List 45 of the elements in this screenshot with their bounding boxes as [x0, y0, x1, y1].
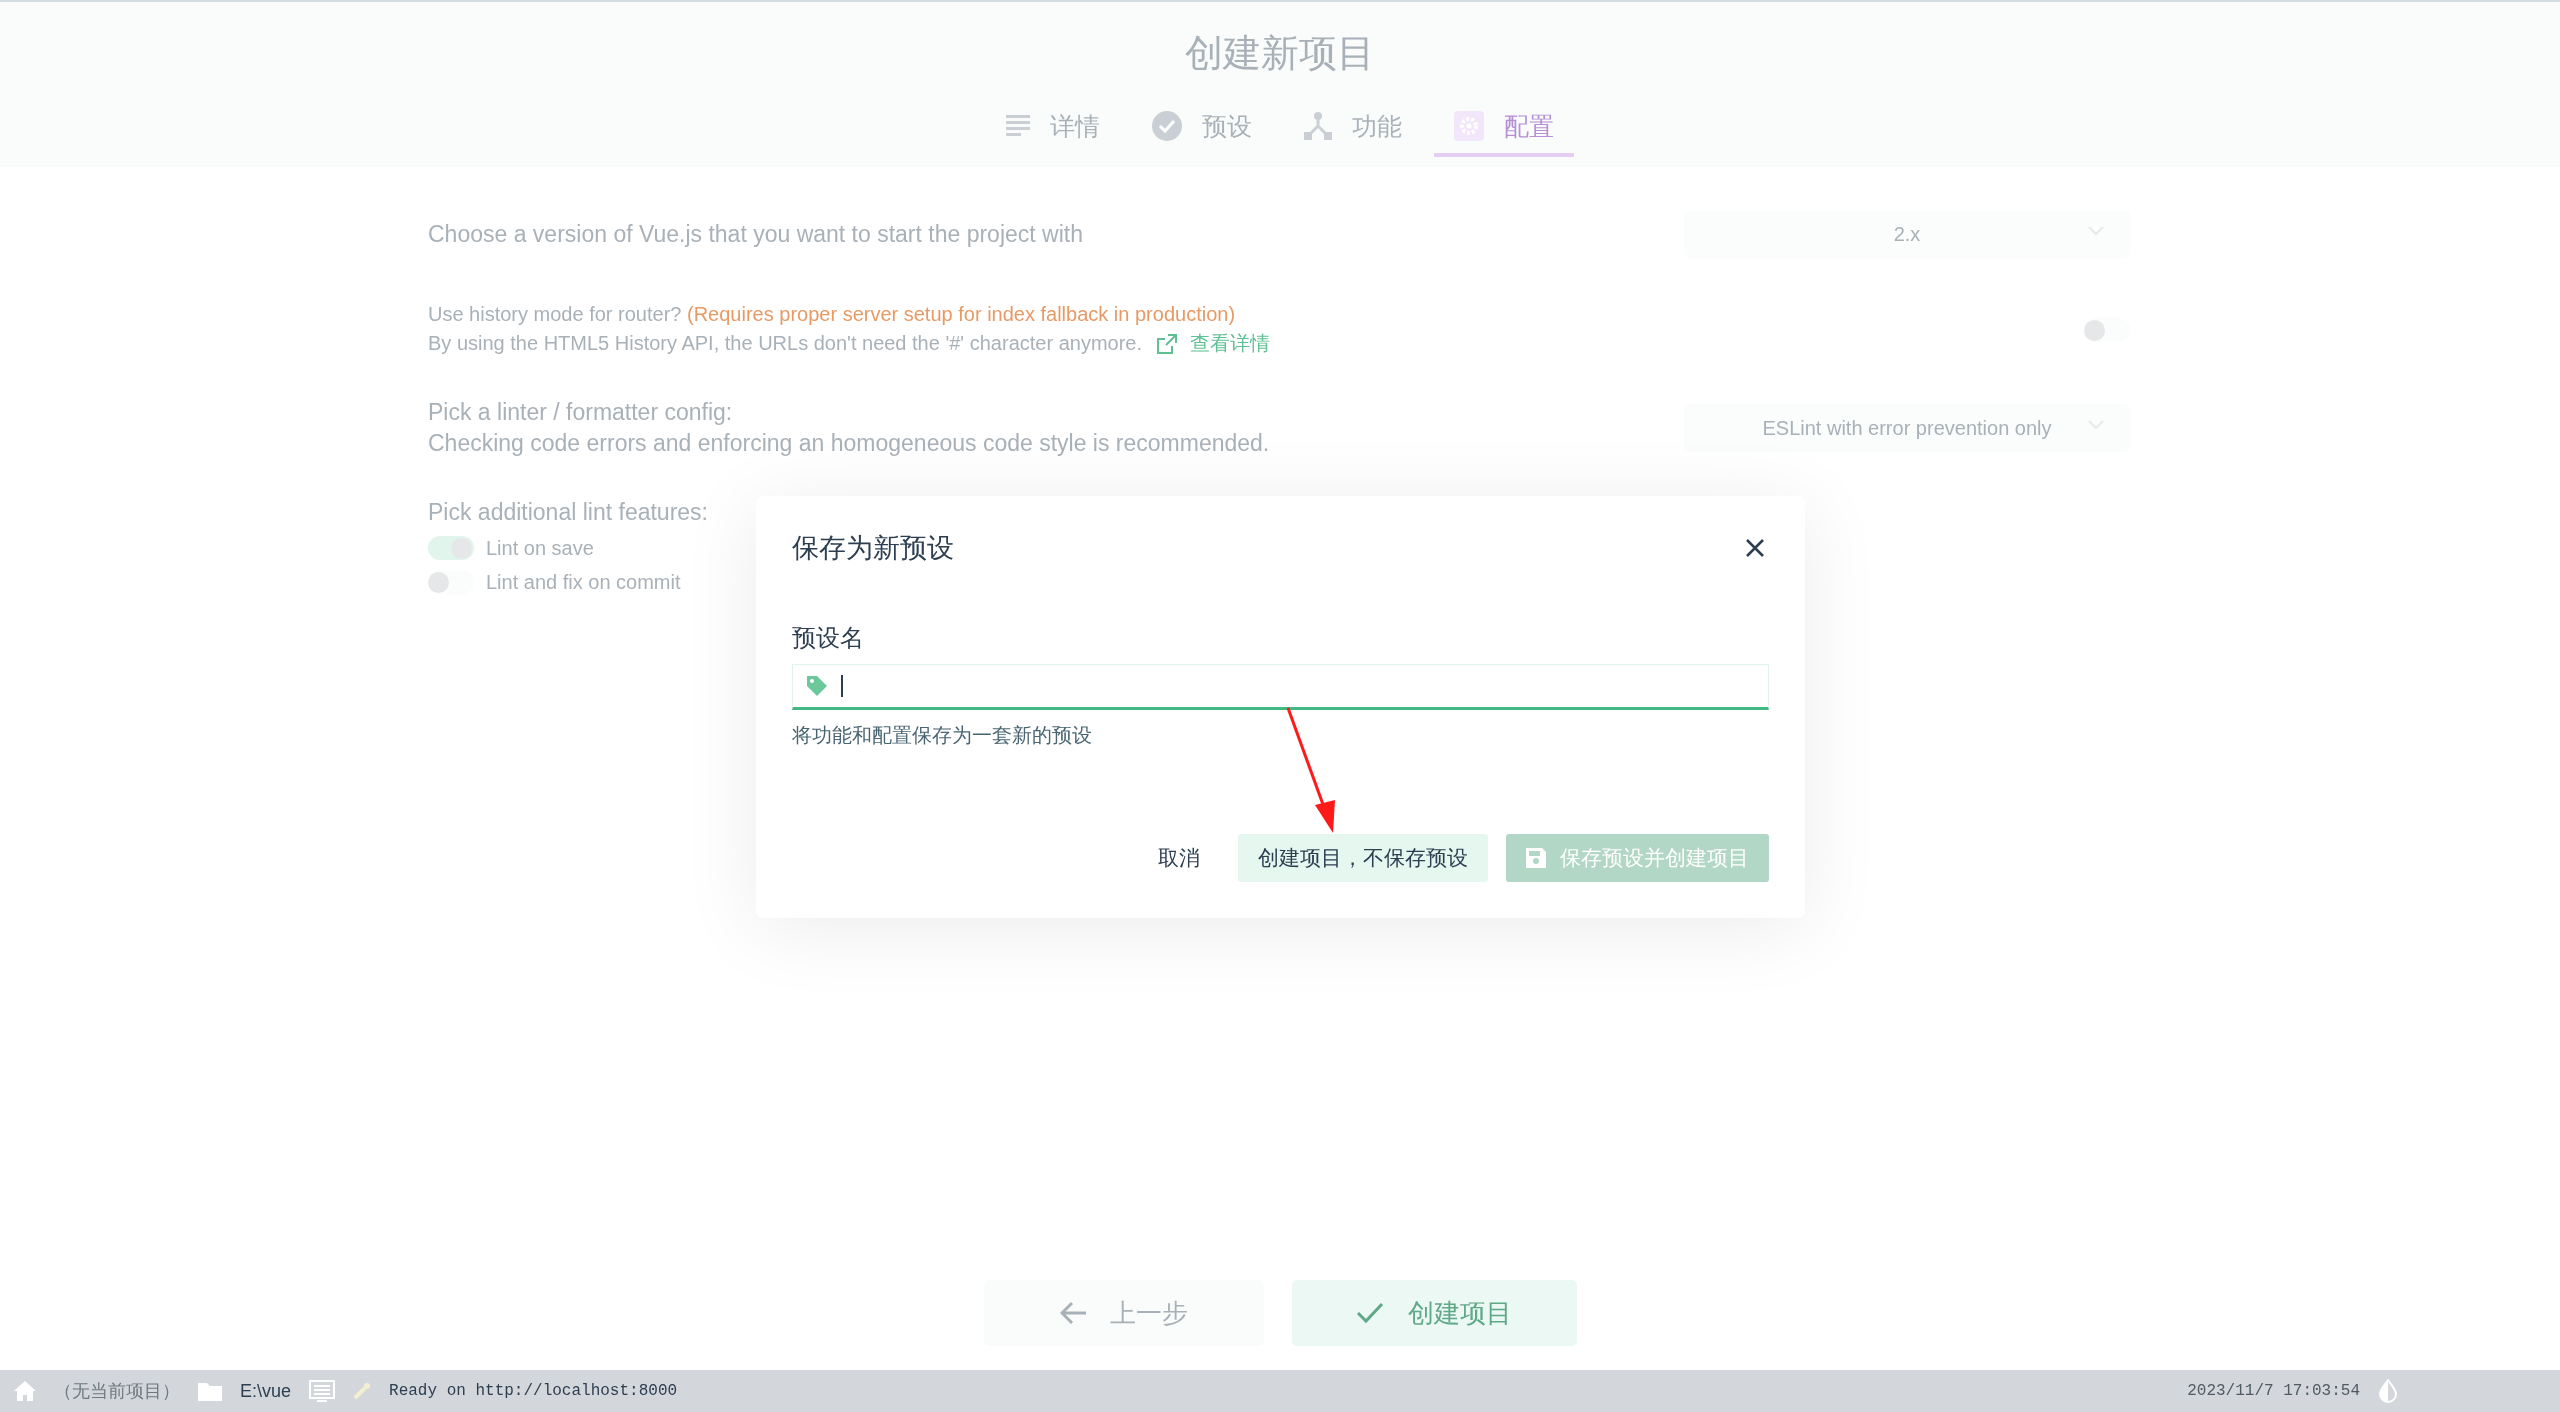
dropdown[interactable]: ESLint with error prevention only	[1684, 404, 2130, 452]
tab[interactable]: 配置	[1434, 99, 1574, 157]
page-title: 创建新项目	[1185, 31, 1375, 76]
option-label: Lint on save	[486, 536, 594, 560]
toggle-switch[interactable]	[428, 570, 474, 594]
gear-icon	[1454, 111, 1484, 141]
fork-icon	[1304, 112, 1332, 140]
tab[interactable]: 详情	[986, 99, 1120, 157]
details-link[interactable]: 查看详情	[1156, 330, 1271, 357]
arrow-left-icon	[1059, 1301, 1086, 1325]
clock-time: 2023/11/7 17:03:54	[2187, 1382, 2360, 1400]
setting-title: Use history mode for router? (Requires proper server setup for index fallback in production)	[428, 303, 1237, 326]
create-button[interactable]: 创建项目	[1291, 1280, 1577, 1346]
save-icon	[1526, 848, 1546, 868]
terminal-icon[interactable]	[309, 1380, 336, 1402]
setting-title: Pick a linter / formatter config:	[428, 399, 734, 426]
check-circle-icon	[1152, 111, 1182, 141]
setting-description: Checking code errors and enforcing an homogeneous code style is recommended.	[428, 430, 1270, 457]
project-status: （无当前项目）	[54, 1380, 180, 1403]
option-label: Lint and fix on commit	[486, 570, 681, 594]
toggle-switch[interactable]	[428, 536, 474, 560]
contrast-icon[interactable]	[2378, 1379, 2398, 1403]
folder-path[interactable]: E:\vue	[240, 1380, 292, 1402]
folder-icon[interactable]	[198, 1381, 222, 1401]
home-icon[interactable]	[14, 1381, 36, 1401]
dialog-title: 保存为新预设	[792, 532, 954, 565]
wand-icon	[353, 1382, 372, 1400]
toggle-switch[interactable]	[2084, 318, 2130, 342]
tab[interactable]: 功能	[1284, 99, 1422, 157]
dropdown[interactable]: 2.x	[1684, 210, 2130, 258]
log-message: Ready on http://localhost:8000	[389, 1382, 678, 1400]
cancel-button[interactable]: 取消	[1138, 834, 1220, 882]
tag-icon	[805, 674, 829, 698]
setting-title: Pick additional lint features:	[428, 499, 708, 526]
create-button[interactable]: 创建项目，不保存预设	[1238, 834, 1488, 882]
field-hint: 将功能和配置保存为一套新的预设	[792, 723, 1093, 748]
field-label: 预设名	[792, 623, 865, 653]
input-field[interactable]	[792, 664, 1769, 710]
setting-title: Choose a version of Vue.js that you want to start the project with	[428, 220, 1083, 248]
back-button[interactable]: 上一步	[983, 1280, 1264, 1346]
setting-description: By using the HTML5 History API, the URLs don't need the '#' character anymore.	[428, 332, 1143, 355]
list-icon	[1006, 115, 1030, 137]
tab[interactable]: 预设	[1132, 99, 1272, 157]
check-icon	[1356, 1302, 1384, 1324]
external-link-icon	[1156, 332, 1179, 355]
